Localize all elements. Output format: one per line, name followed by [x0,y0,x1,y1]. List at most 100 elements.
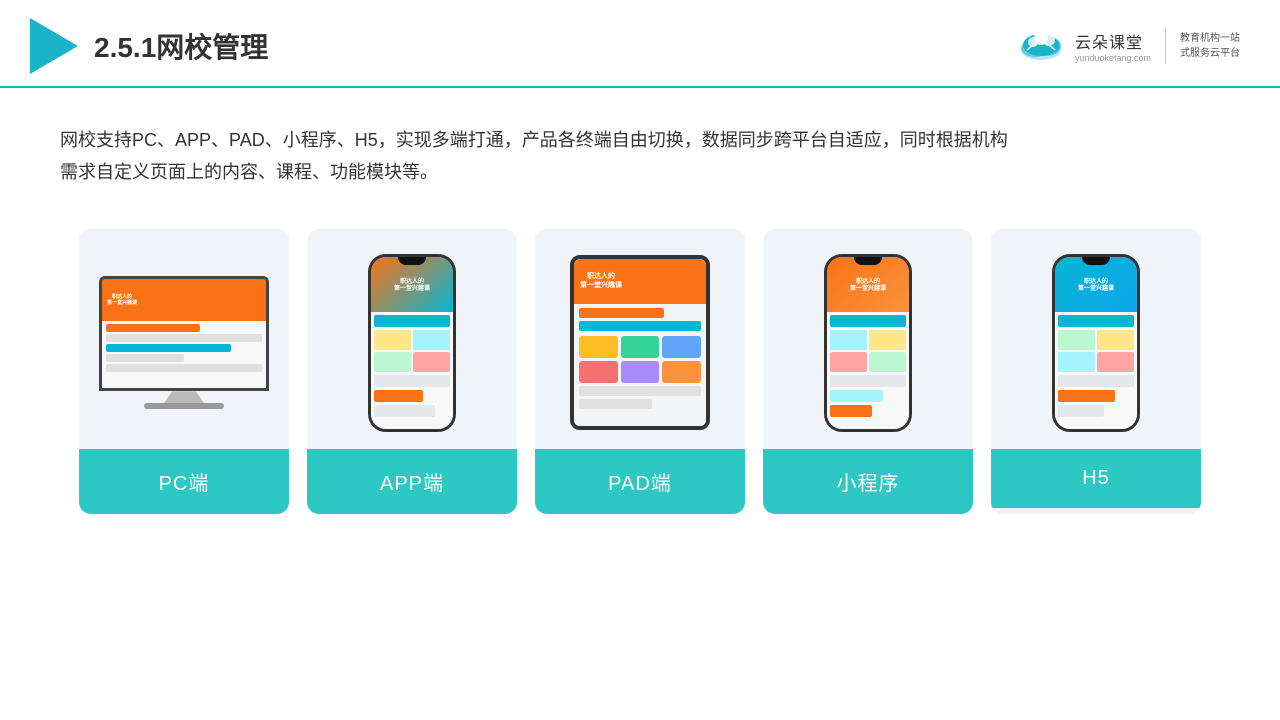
phone-grid-item-2 [413,330,450,350]
brand-divider [1165,28,1166,64]
phone-row-1 [374,315,450,327]
brand-name: 云朵课堂 [1075,29,1143,53]
header: 2.5.1网校管理 云朵课堂 yunduoketang.com 教育机构一站 式… [0,0,1280,88]
phone-notch-app [398,257,426,265]
logo-triangle-icon [30,18,78,74]
card-miniapp-image: 职达人的第一堂兴趣课 [763,229,973,449]
card-app: 职达人的第一堂兴趣课 [307,229,517,514]
brand-text: 云朵课堂 yunduoketang.com [1075,29,1151,63]
tablet-grid-item-5 [621,361,660,383]
phone-screen-top-text-miniapp: 职达人的第一堂兴趣课 [850,279,886,293]
tablet-grid-item-3 [662,336,701,358]
pc-stand [164,391,204,403]
pc-screen-header: 职达人的第一堂兴趣课 [102,279,266,320]
pc-base [144,403,224,409]
header-right: 云朵课堂 yunduoketang.com 教育机构一站 式服务云平台 [1015,28,1240,64]
phone-mockup-miniapp: 职达人的第一堂兴趣课 [824,254,912,432]
h5-row-3 [1058,390,1115,402]
card-pc: 职达人的第一堂兴趣课 PC端 [79,229,289,514]
miniapp-row-4 [830,405,872,417]
tablet-screen-top-text: 职达人的第一堂兴趣课 [580,273,622,290]
phone-grid-item-4 [413,352,450,372]
phone-screen-top-app: 职达人的第一堂兴趣课 [371,257,453,312]
tablet-row-1 [579,308,664,318]
phone-screen-body-h5 [1055,312,1137,429]
card-pad-label: PAD端 [535,449,745,514]
pc-screen: 职达人的第一堂兴趣课 [102,279,266,388]
cards-container: 职达人的第一堂兴趣课 PC端 [0,209,1280,544]
brand-slogan: 教育机构一站 式服务云平台 [1180,31,1240,61]
tablet-row-2 [579,321,701,331]
card-h5-label: H5 [991,449,1201,508]
tablet-mockup: 职达人的第一堂兴趣课 [570,255,710,430]
phone-grid-item-1 [374,330,411,350]
phone-row-3 [374,390,423,402]
tablet-grid-item-4 [579,361,618,383]
brand-slogan-line1: 教育机构一站 [1180,31,1240,46]
miniapp-row-2 [830,375,906,387]
phone-screen-body-app [371,312,453,429]
brand-url: yunduoketang.com [1075,53,1151,63]
phone-screen-app: 职达人的第一堂兴趣课 [371,257,453,429]
phone-row-2 [374,375,450,387]
h5-grid-item-4 [1097,352,1134,372]
miniapp-grid-item-2 [869,330,906,350]
miniapp-row-3 [830,390,883,402]
phone-notch-miniapp [854,257,882,265]
brand-slogan-line2: 式服务云平台 [1180,46,1240,61]
card-h5: 职达人的第一堂兴趣课 [991,229,1201,514]
phone-mockup-h5: 职达人的第一堂兴趣课 [1052,254,1140,432]
pc-mockup: 职达人的第一堂兴趣课 [99,276,269,409]
card-app-label: APP端 [307,449,517,514]
phone-screen-h5: 职达人的第一堂兴趣课 [1055,257,1137,429]
h5-row-4 [1058,405,1104,417]
phone-notch-h5 [1082,257,1110,265]
card-pad-image: 职达人的第一堂兴趣课 [535,229,745,449]
h5-row-1 [1058,315,1134,327]
card-pc-label: PC端 [79,449,289,514]
card-miniapp-label: 小程序 [763,449,973,514]
h5-grid-item-3 [1058,352,1095,372]
tablet-screen-body [574,304,706,426]
card-app-image: 职达人的第一堂兴趣课 [307,229,517,449]
h5-grid [1058,330,1134,372]
pc-content-row-1 [106,324,200,332]
pc-content-row-3 [106,344,231,352]
h5-grid-item-2 [1097,330,1134,350]
header-left: 2.5.1网校管理 [30,18,268,74]
miniapp-grid-item-3 [830,352,867,372]
pc-monitor: 职达人的第一堂兴趣课 [99,276,269,391]
phone-mockup-app: 职达人的第一堂兴趣课 [368,254,456,432]
card-pc-image: 职达人的第一堂兴趣课 [79,229,289,449]
phone-grid-item-3 [374,352,411,372]
miniapp-grid-item-1 [830,330,867,350]
description-text: 网校支持PC、APP、PAD、小程序、H5，实现多端打通，产品各终端自由切换，数… [0,88,1280,209]
phone-screen-top-h5: 职达人的第一堂兴趣课 [1055,257,1137,312]
card-h5-image: 职达人的第一堂兴趣课 [991,229,1201,449]
miniapp-grid [830,330,906,372]
phone-screen-miniapp: 职达人的第一堂兴趣课 [827,257,909,429]
pc-content-row-4 [106,354,184,362]
tablet-screen-top: 职达人的第一堂兴趣课 [574,259,706,304]
pc-screen-header-text: 职达人的第一堂兴趣课 [107,294,137,306]
tablet-screen: 职达人的第一堂兴趣课 [574,259,706,426]
phone-screen-body-miniapp [827,312,909,429]
description-content: 网校支持PC、APP、PAD、小程序、H5，实现多端打通，产品各终端自由切换，数… [60,130,1008,182]
miniapp-row-1 [830,315,906,327]
h5-row-2 [1058,375,1134,387]
tablet-grid-item-6 [662,361,701,383]
phone-row-4 [374,405,435,417]
phone-screen-top-text-h5: 职达人的第一堂兴趣课 [1078,279,1114,293]
tablet-grid-item-2 [621,336,660,358]
phone-screen-top-text-app: 职达人的第一堂兴趣课 [394,279,430,293]
phone-grid [374,330,450,372]
tablet-row-3 [579,386,701,396]
pc-content-row-5 [106,364,262,372]
pc-screen-content [102,321,266,389]
tablet-grid [579,336,701,383]
brand-logo [1015,28,1067,64]
cloud-icon [1015,28,1067,64]
phone-screen-top-miniapp: 职达人的第一堂兴趣课 [827,257,909,312]
page-title: 2.5.1网校管理 [94,26,268,66]
tablet-row-4 [579,399,652,409]
